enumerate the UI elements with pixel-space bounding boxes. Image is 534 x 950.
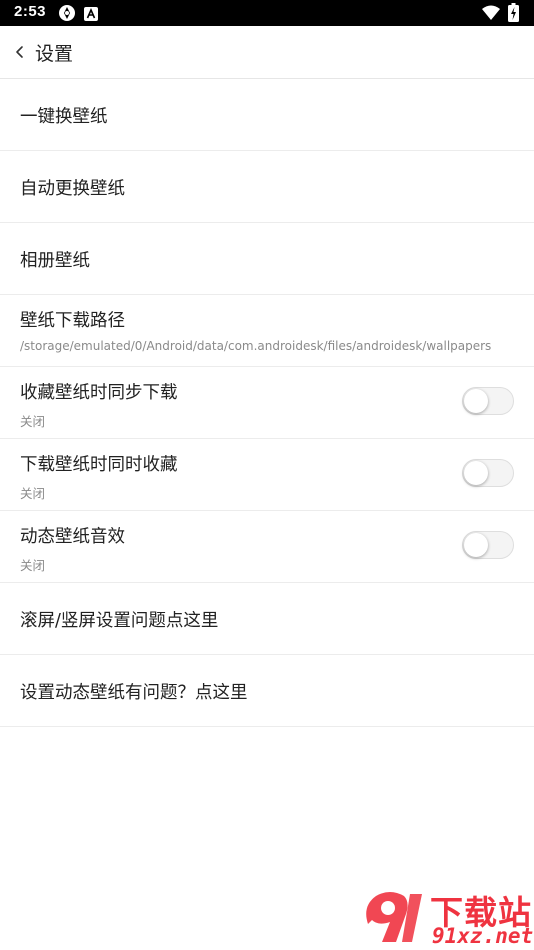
setting-label: 相册壁纸 — [20, 251, 90, 271]
toggle-knob — [464, 533, 488, 557]
battery-charging-icon — [508, 3, 519, 26]
setting-scroll-portrait-help[interactable]: 滚屏/竖屏设置问题点这里 — [0, 583, 534, 655]
setting-live-wallpaper-help[interactable]: 设置动态壁纸有问题？点这里 — [0, 655, 534, 727]
page-title: 设置 — [35, 43, 74, 65]
setting-label: 下载壁纸时同时收藏 — [20, 455, 178, 475]
setting-status: 关闭 — [20, 486, 46, 501]
back-button[interactable] — [10, 38, 32, 66]
toggle-knob — [464, 389, 488, 413]
status-bar: 2:53 — [0, 0, 534, 26]
settings-list: 一键换壁纸 自动更换壁纸 相册壁纸 壁纸下载路径 /storage/emulat… — [0, 79, 534, 727]
site-watermark: 下载站 91xz.net — [360, 884, 534, 950]
watermark-text-bottom: 91xz.net — [432, 924, 534, 948]
setting-label: 滚屏/竖屏设置问题点这里 — [20, 611, 219, 631]
setting-one-click-change-wallpaper[interactable]: 一键换壁纸 — [0, 79, 534, 151]
setting-album-wallpaper[interactable]: 相册壁纸 — [0, 223, 534, 295]
status-time: 2:53 — [14, 3, 47, 20]
toggle-knob — [464, 461, 488, 485]
a-badge-icon — [84, 6, 98, 25]
wifi-icon — [482, 5, 500, 24]
setting-label: 一键换壁纸 — [20, 107, 108, 127]
chevron-left-icon — [10, 46, 32, 70]
setting-favorite-on-download[interactable]: 下载壁纸时同时收藏 关闭 — [0, 439, 534, 511]
setting-label: 动态壁纸音效 — [20, 527, 125, 547]
setting-download-path[interactable]: 壁纸下载路径 /storage/emulated/0/Android/data/… — [0, 295, 534, 367]
setting-label: 壁纸下载路径 — [20, 311, 125, 331]
setting-auto-change-wallpaper[interactable]: 自动更换壁纸 — [0, 151, 534, 223]
setting-status: 关闭 — [20, 414, 46, 429]
sync-download-toggle[interactable] — [462, 387, 514, 415]
download-path-value: /storage/emulated/0/Android/data/com.and… — [20, 339, 492, 353]
setting-live-wallpaper-sound[interactable]: 动态壁纸音效 关闭 — [0, 511, 534, 583]
sync-icon — [58, 4, 76, 26]
live-wallpaper-sound-toggle[interactable] — [462, 531, 514, 559]
setting-sync-download-on-favorite[interactable]: 收藏壁纸时同步下载 关闭 — [0, 367, 534, 439]
app-header: 设置 — [0, 26, 534, 79]
setting-label: 自动更换壁纸 — [20, 179, 125, 199]
setting-label: 收藏壁纸时同步下载 — [20, 383, 178, 403]
favorite-on-download-toggle[interactable] — [462, 459, 514, 487]
setting-label: 设置动态壁纸有问题？点这里 — [20, 683, 248, 703]
setting-status: 关闭 — [20, 558, 46, 573]
